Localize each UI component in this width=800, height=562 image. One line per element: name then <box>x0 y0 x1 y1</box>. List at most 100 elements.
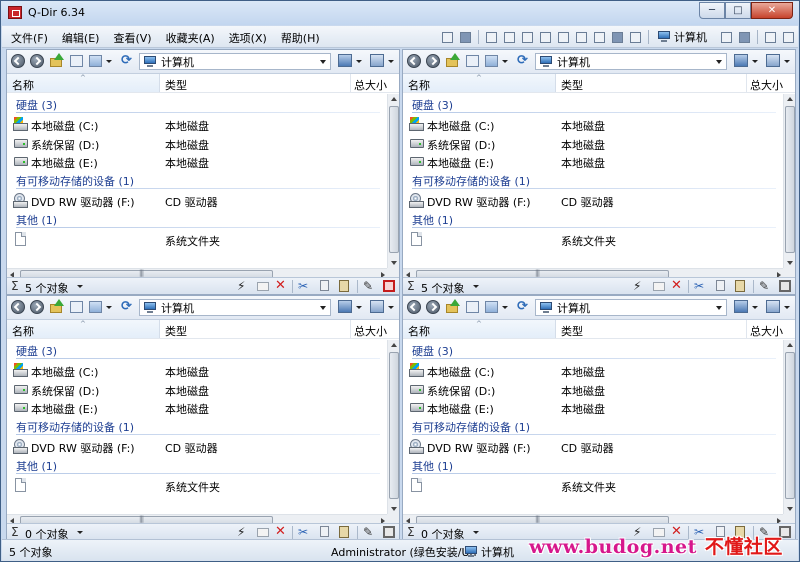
column-type[interactable]: 类型 <box>561 77 583 93</box>
folder-link-icon[interactable] <box>466 55 479 67</box>
list-item[interactable]: 系统文件夹 <box>409 477 779 495</box>
list-item[interactable]: DVD RW 驱动器 (F:) CD 驱动器 <box>13 438 383 456</box>
menu-item[interactable]: 帮助(H) <box>281 30 320 46</box>
list-item[interactable]: 本地磁盘 (E:) 本地磁盘 <box>409 153 779 171</box>
vertical-scrollbar[interactable] <box>387 94 399 268</box>
column-name[interactable]: 名称 <box>408 323 430 339</box>
group-header[interactable]: 其他 (1) <box>412 212 453 228</box>
folder-link-icon[interactable] <box>70 301 83 313</box>
scroll-down-icon[interactable] <box>787 507 793 511</box>
list-item[interactable]: DVD RW 驱动器 (F:) CD 驱动器 <box>13 192 383 210</box>
group-header[interactable]: 其他 (1) <box>412 458 453 474</box>
display-mode-icon[interactable] <box>734 300 748 313</box>
column-size[interactable]: 总大小 <box>354 323 387 339</box>
folder-link-icon[interactable] <box>70 55 83 67</box>
location-dropdown[interactable]: 计算机 <box>657 29 707 45</box>
address-bar[interactable]: 计算机 <box>535 53 727 70</box>
folder-link-icon[interactable] <box>466 301 479 313</box>
copy-icon[interactable] <box>716 280 725 291</box>
address-bar[interactable]: 计算机 <box>139 299 331 316</box>
refresh-icon[interactable]: ⟳ <box>121 54 134 67</box>
list-item[interactable]: 系统文件夹 <box>409 231 779 249</box>
chevron-down-icon[interactable] <box>784 60 790 63</box>
group-header[interactable]: 有可移动存储的设备 (1) <box>16 419 134 435</box>
folder-up-icon[interactable] <box>50 53 64 68</box>
delete-icon[interactable]: ✕ <box>275 279 287 292</box>
list-item[interactable]: DVD RW 驱动器 (F:) CD 驱动器 <box>409 192 779 210</box>
copy-icon[interactable] <box>320 280 329 291</box>
chevron-down-icon[interactable] <box>502 306 508 309</box>
column-name[interactable]: 名称 <box>12 323 34 339</box>
menu-item[interactable]: 选项(X) <box>229 30 267 46</box>
network-icon[interactable] <box>370 54 384 67</box>
mail-icon[interactable] <box>257 282 269 291</box>
layout-10-icon[interactable] <box>630 31 641 43</box>
mail-icon[interactable] <box>257 528 269 537</box>
close-pane-icon[interactable] <box>383 280 395 292</box>
address-bar[interactable]: 计算机 <box>535 299 727 316</box>
chevron-down-icon[interactable] <box>356 60 362 63</box>
lightning-icon[interactable]: ⚡ <box>237 280 249 292</box>
refresh-icon[interactable]: ⟳ <box>121 300 134 313</box>
lightning-icon[interactable]: ⚡ <box>633 280 645 292</box>
refresh-icon[interactable]: ⟳ <box>517 300 530 313</box>
column-type[interactable]: 类型 <box>165 323 187 339</box>
list-item[interactable]: 系统文件夹 <box>13 477 383 495</box>
cut-icon[interactable]: ✂ <box>694 280 706 292</box>
chevron-down-icon[interactable] <box>473 285 479 288</box>
chevron-down-icon[interactable] <box>716 306 722 310</box>
close-pane-icon[interactable] <box>779 280 791 292</box>
chevron-down-icon[interactable] <box>752 306 758 309</box>
delete-icon[interactable]: ✕ <box>275 525 287 538</box>
list-item[interactable]: 本地磁盘 (E:) 本地磁盘 <box>409 399 779 417</box>
menu-item[interactable]: 查看(V) <box>113 30 151 46</box>
list-item[interactable]: DVD RW 驱动器 (F:) CD 驱动器 <box>409 438 779 456</box>
group-header[interactable]: 硬盘 (3) <box>16 97 57 113</box>
close-button[interactable]: ✕ <box>751 2 793 19</box>
list-item[interactable]: 本地磁盘 (C:) 本地磁盘 <box>13 362 383 380</box>
star-icon[interactable] <box>739 31 750 43</box>
address-bar[interactable]: 计算机 <box>139 53 331 70</box>
column-name[interactable]: 名称 <box>408 77 430 93</box>
scroll-thumb[interactable] <box>785 352 795 499</box>
delete-icon[interactable]: ✕ <box>671 279 683 292</box>
lightning-icon[interactable]: ⚡ <box>237 526 249 538</box>
chevron-down-icon[interactable] <box>320 306 326 310</box>
scroll-up-icon[interactable] <box>391 343 397 347</box>
chevron-down-icon[interactable] <box>388 306 394 309</box>
display-mode-icon[interactable] <box>338 54 352 67</box>
scroll-up-icon[interactable] <box>391 97 397 101</box>
back-icon[interactable] <box>407 54 421 68</box>
menu-item[interactable]: 文件(F) <box>11 30 48 46</box>
column-type[interactable]: 类型 <box>561 323 583 339</box>
close-pane-icon[interactable] <box>383 526 395 538</box>
menu-item[interactable]: 收藏夹(A) <box>166 30 215 46</box>
scroll-thumb[interactable] <box>785 106 795 253</box>
layout-8-icon[interactable] <box>594 31 605 43</box>
layout-7-icon[interactable] <box>576 31 587 43</box>
chevron-down-icon[interactable] <box>106 60 112 63</box>
folder-up-icon[interactable] <box>446 299 460 314</box>
object-count[interactable]: 5 个对象 <box>25 280 69 296</box>
list-item[interactable]: 系统保留 (D:) 本地磁盘 <box>13 381 383 399</box>
group-header[interactable]: 有可移动存储的设备 (1) <box>412 173 530 189</box>
folder-up-icon[interactable] <box>446 53 460 68</box>
list-item[interactable]: 系统保留 (D:) 本地磁盘 <box>13 135 383 153</box>
folder-up-icon[interactable] <box>50 299 64 314</box>
layout-5-icon[interactable] <box>540 31 551 43</box>
scroll-up-icon[interactable] <box>787 97 793 101</box>
cut-icon[interactable]: ✂ <box>298 280 310 292</box>
layout-6-icon[interactable] <box>558 31 569 43</box>
chevron-down-icon[interactable] <box>502 60 508 63</box>
mail-icon[interactable] <box>653 282 665 291</box>
vertical-scrollbar[interactable] <box>387 340 399 514</box>
chevron-down-icon[interactable] <box>320 60 326 64</box>
group-header[interactable]: 其他 (1) <box>16 212 57 228</box>
group-header[interactable]: 有可移动存储的设备 (1) <box>16 173 134 189</box>
chevron-down-icon[interactable] <box>77 531 83 534</box>
copy-icon[interactable] <box>320 526 329 537</box>
favorites-icon[interactable] <box>721 31 732 43</box>
minimize-button[interactable]: ─ <box>699 2 725 19</box>
scroll-thumb[interactable] <box>389 106 399 253</box>
layout-9-icon[interactable] <box>612 31 623 43</box>
